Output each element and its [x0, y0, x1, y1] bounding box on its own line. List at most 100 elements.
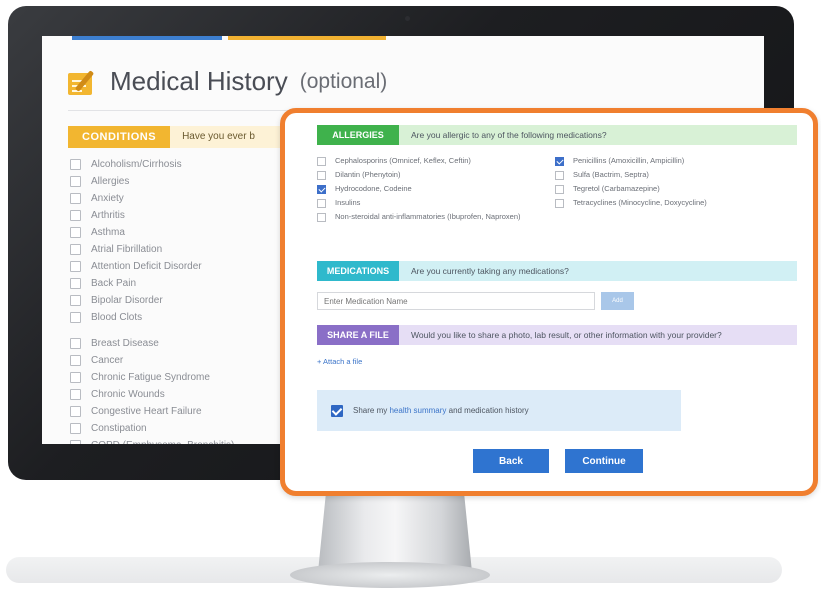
condition-item[interactable]: Arthritis [70, 207, 234, 224]
allergy-checkbox[interactable] [317, 157, 326, 166]
condition-checkbox[interactable] [70, 261, 81, 272]
condition-item[interactable]: Allergies [70, 173, 234, 190]
share-summary-text-suffix: and medication history [446, 406, 529, 415]
condition-item[interactable]: Back Pain [70, 275, 234, 292]
condition-checkbox[interactable] [70, 159, 81, 170]
allergy-label: Hydrocodone, Codeine [335, 184, 412, 193]
condition-item[interactable]: Alcoholism/Cirrhosis [70, 156, 234, 173]
share-summary-checkbox[interactable] [331, 404, 343, 417]
allergy-label: Insulins [335, 198, 361, 207]
back-button[interactable]: Back [473, 449, 549, 473]
condition-label: Cancer [91, 355, 124, 366]
condition-label: Breast Disease [91, 338, 159, 349]
condition-label: Congestive Heart Failure [91, 406, 202, 417]
condition-item[interactable]: Chronic Fatigue Syndrome [70, 369, 234, 386]
allergy-checkbox[interactable] [317, 199, 326, 208]
condition-checkbox[interactable] [70, 440, 81, 444]
condition-item[interactable]: Constipation [70, 420, 234, 437]
condition-item[interactable]: Blood Clots [70, 309, 234, 326]
allergy-option[interactable]: Dilantin (Phenytoin) [317, 170, 527, 180]
condition-label: Anxiety [91, 193, 124, 204]
condition-item[interactable]: COPD (Emphysema, Bronchitis) [70, 437, 234, 444]
medication-name-input[interactable] [317, 292, 595, 310]
continue-button[interactable]: Continue [565, 449, 643, 473]
conditions-list: Alcoholism/Cirrhosis Allergies Anxiety Arth… [70, 156, 234, 444]
allergy-option[interactable]: Sulfa (Bactrim, Septra) [555, 170, 795, 180]
allergy-option[interactable]: Insulins [317, 198, 527, 208]
allergy-checkbox[interactable] [317, 185, 326, 194]
condition-item[interactable]: Bipolar Disorder [70, 292, 234, 309]
condition-checkbox[interactable] [70, 210, 81, 221]
allergy-checkbox[interactable] [317, 171, 326, 180]
progress-tab-2 [228, 36, 386, 40]
condition-label: Chronic Wounds [91, 389, 165, 400]
condition-item[interactable]: Cancer [70, 352, 234, 369]
allergy-option[interactable]: Non-steroidal anti-inflammatories (Ibupr… [317, 212, 527, 222]
condition-item[interactable]: Chronic Wounds [70, 386, 234, 403]
share-file-label: SHARE A FILE [317, 325, 399, 345]
allergy-checkbox[interactable] [555, 199, 564, 208]
condition-item[interactable]: Breast Disease [70, 335, 234, 352]
allergy-label: Sulfa (Bactrim, Septra) [573, 170, 649, 179]
allergy-label: Cephalosporins (Omnicef, Keflex, Ceftin) [335, 156, 471, 165]
allergies-label: ALLERGIES [317, 125, 399, 145]
allergy-option[interactable]: Cephalosporins (Omnicef, Keflex, Ceftin) [317, 156, 527, 166]
allergy-checkbox[interactable] [555, 185, 564, 194]
add-medication-button[interactable]: Add [601, 292, 634, 310]
condition-checkbox[interactable] [70, 389, 81, 400]
condition-label: Allergies [91, 176, 130, 187]
condition-checkbox[interactable] [70, 338, 81, 349]
condition-checkbox[interactable] [70, 278, 81, 289]
condition-item[interactable]: Asthma [70, 224, 234, 241]
conditions-question: Have you ever b [170, 126, 291, 148]
condition-label: Bipolar Disorder [91, 295, 163, 306]
condition-checkbox[interactable] [70, 355, 81, 366]
condition-label: Alcoholism/Cirrhosis [91, 159, 182, 170]
page-title-text: Medical History [110, 66, 288, 96]
allergy-option[interactable]: Tegretol (Carbamazepine) [555, 184, 795, 194]
allergy-checkbox[interactable] [555, 157, 564, 166]
condition-label: COPD (Emphysema, Bronchitis) [91, 440, 234, 444]
condition-item[interactable]: Anxiety [70, 190, 234, 207]
progress-tabs [72, 36, 402, 40]
condition-label: Constipation [91, 423, 147, 434]
medications-label: MEDICATIONS [317, 261, 399, 281]
condition-checkbox[interactable] [70, 406, 81, 417]
allergy-label: Non-steroidal anti-inflammatories (Ibupr… [335, 212, 521, 221]
condition-label: Atrial Fibrillation [91, 244, 163, 255]
condition-checkbox[interactable] [70, 295, 81, 306]
camera-dot [405, 16, 410, 21]
condition-item[interactable]: Congestive Heart Failure [70, 403, 234, 420]
allergy-label: Tetracyclines (Minocycline, Doxycycline) [573, 198, 707, 207]
allergies-column-left: Cephalosporins (Omnicef, Keflex, Ceftin)… [317, 156, 527, 226]
progress-tab-1 [72, 36, 222, 40]
allergies-column-right: Penicillins (Amoxicillin, Ampicillin) Sul… [555, 156, 795, 212]
condition-checkbox[interactable] [70, 244, 81, 255]
condition-checkbox[interactable] [70, 423, 81, 434]
page-title: Medical History (optional) [68, 66, 387, 97]
allergy-label: Dilantin (Phenytoin) [335, 170, 401, 179]
condition-label: Asthma [91, 227, 125, 238]
conditions-label: CONDITIONS [68, 126, 171, 148]
condition-checkbox[interactable] [70, 176, 81, 187]
allergy-option[interactable]: Tetracyclines (Minocycline, Doxycycline) [555, 198, 795, 208]
condition-item[interactable]: Atrial Fibrillation [70, 241, 234, 258]
allergy-checkbox[interactable] [317, 213, 326, 222]
allergy-checkbox[interactable] [555, 171, 564, 180]
share-summary-text: Share my health summary and medication h… [353, 406, 529, 415]
allergy-option[interactable]: Penicillins (Amoxicillin, Ampicillin) [555, 156, 795, 166]
allergy-option[interactable]: Hydrocodone, Codeine [317, 184, 527, 194]
condition-checkbox[interactable] [70, 227, 81, 238]
condition-checkbox[interactable] [70, 312, 81, 323]
condition-label: Chronic Fatigue Syndrome [91, 372, 210, 383]
attach-file-link[interactable]: + Attach a file [317, 357, 362, 366]
conditions-header: CONDITIONS Have you ever b [68, 126, 291, 148]
condition-item[interactable]: Attention Deficit Disorder [70, 258, 234, 275]
condition-checkbox[interactable] [70, 372, 81, 383]
condition-checkbox[interactable] [70, 193, 81, 204]
condition-label: Blood Clots [91, 312, 143, 323]
health-summary-link[interactable]: health summary [389, 406, 446, 415]
notepad-pencil-icon [68, 69, 98, 95]
page-title-optional: (optional) [299, 69, 388, 93]
share-summary-text-prefix: Share my [353, 406, 390, 415]
